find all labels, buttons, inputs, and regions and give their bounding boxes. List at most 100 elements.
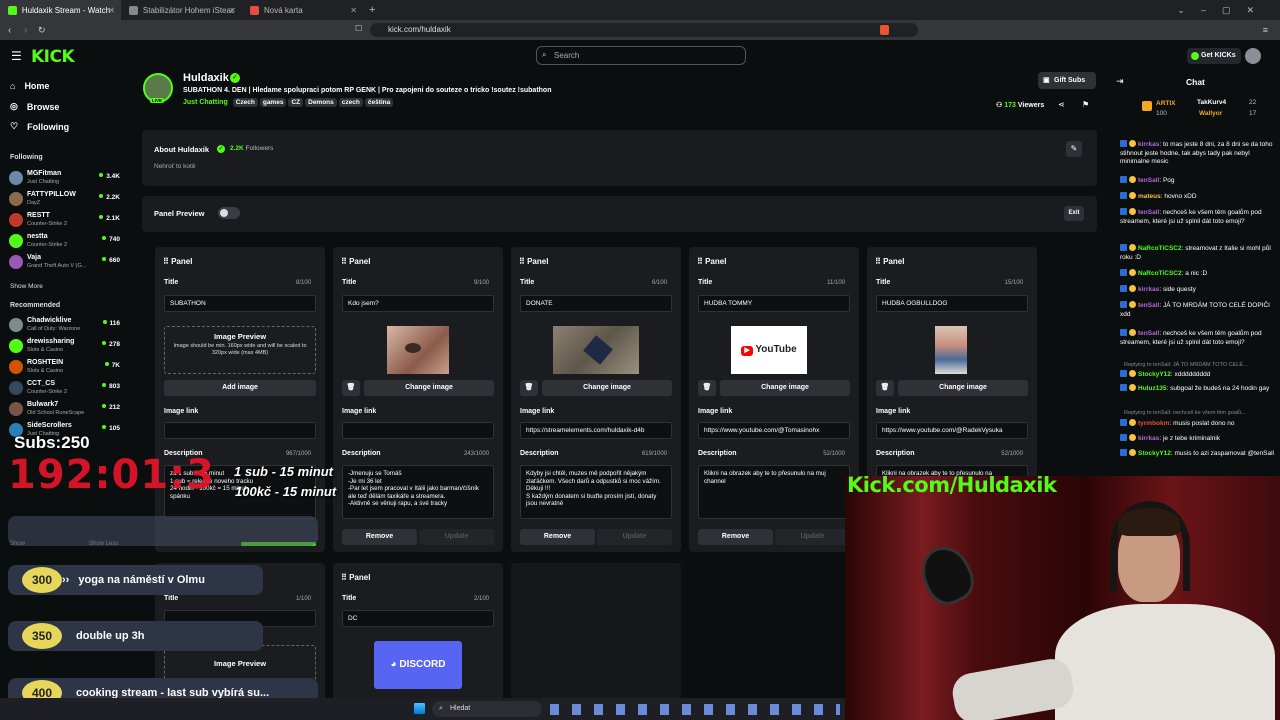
- chat-message[interactable]: Huluz135: subgoal že budeš na 24 hodin g…: [1120, 384, 1275, 394]
- kick-logo[interactable]: KICK: [31, 47, 75, 67]
- chat-message[interactable]: tenSall: JÁ TO MRDÁM TOTO CELÉ DOPIČI xd…: [1120, 301, 1275, 319]
- reload-icon[interactable]: ↻: [38, 25, 46, 36]
- sidebar-channel[interactable]: drewissharing Slots & Casino 278: [9, 336, 121, 356]
- chat-username[interactable]: NaRcoTiCSC2: [1138, 245, 1182, 252]
- image-link-input[interactable]: https://www.youtube.com/@Tomasinohx: [698, 422, 850, 439]
- search-input[interactable]: Search: [536, 46, 746, 65]
- description-textarea[interactable]: Kdyby jsi chtěl, muzes mě podpořit nějak…: [520, 465, 672, 519]
- chat-message[interactable]: StockyY12: musis to azi zaspamovat @tenS…: [1120, 449, 1275, 459]
- image-link-input[interactable]: [164, 422, 316, 439]
- close-tab-icon[interactable]: ✕: [108, 6, 115, 15]
- chat-username[interactable]: Huluz135: [1138, 385, 1167, 392]
- drag-handle-icon[interactable]: ⠿: [163, 257, 171, 266]
- title-input[interactable]: HUDBA OGBULLDOG: [876, 295, 1028, 312]
- chat-message[interactable]: kirrkas: side questy: [1120, 285, 1275, 295]
- show-more-link[interactable]: Show More: [10, 283, 43, 290]
- chat-username[interactable]: kirrkas: [1138, 435, 1159, 442]
- image-link-input[interactable]: [342, 422, 494, 439]
- taskbar-app-icons[interactable]: [550, 704, 840, 715]
- chat-message[interactable]: tenSall: Pog: [1120, 176, 1275, 186]
- panel-image[interactable]: [553, 326, 639, 374]
- brave-shield-icon[interactable]: [880, 25, 889, 35]
- title-input[interactable]: HUDBA TOMMY: [698, 295, 850, 312]
- sidebar-item-following[interactable]: ♡ Following: [10, 121, 69, 132]
- title-input[interactable]: DC: [342, 610, 494, 627]
- chat-message[interactable]: StockyY12: xddddddddd: [1120, 370, 1275, 380]
- bookmark-icon[interactable]: ☐: [355, 24, 362, 33]
- sidebar-channel[interactable]: FATTYPILLOW DayZ 2.2K: [9, 189, 121, 209]
- chat-username[interactable]: tenSall: [1138, 330, 1159, 337]
- tag[interactable]: CZ: [288, 98, 304, 107]
- chat-username[interactable]: tenSall: [1138, 177, 1159, 184]
- tag[interactable]: Czech: [232, 98, 258, 107]
- drag-handle-icon[interactable]: ⠿: [341, 257, 349, 266]
- title-input[interactable]: DONATE: [520, 295, 672, 312]
- report-icon[interactable]: ⚑: [1082, 100, 1089, 109]
- change-image-button[interactable]: Change image: [364, 380, 494, 396]
- title-input[interactable]: SUBATHON: [164, 295, 316, 312]
- windows-start-icon[interactable]: [414, 703, 425, 714]
- browser-tab[interactable]: Nová karta ✕: [242, 0, 363, 20]
- image-link-input[interactable]: https://www.youtube.com/@RadekVysuka: [876, 422, 1028, 439]
- channel-name[interactable]: Huldaxik: [183, 72, 229, 84]
- delete-image-button[interactable]: 🗑: [876, 380, 894, 396]
- sidebar-channel[interactable]: CCT_CS Counter-Strike 2 803: [9, 378, 121, 398]
- discord-image[interactable]: ◕ DISCORD: [374, 641, 462, 689]
- sidebar-item-browse[interactable]: ◎ Browse: [10, 101, 59, 112]
- image-preview-box[interactable]: Image Preview Image should be min. 160px …: [164, 326, 316, 374]
- update-button[interactable]: Update: [597, 529, 672, 545]
- drag-handle-icon[interactable]: ⠿: [697, 257, 705, 266]
- sidebar-channel[interactable]: RESTT Counter-Strike 2 2.1K: [9, 210, 121, 230]
- close-tab-icon[interactable]: ✕: [229, 6, 236, 15]
- chat-username[interactable]: tenSall: [1138, 209, 1159, 216]
- category-link[interactable]: Just Chatting: [183, 99, 228, 106]
- new-tab-icon[interactable]: +: [369, 4, 375, 16]
- drag-handle-icon[interactable]: ⠿: [875, 257, 883, 266]
- taskbar-search[interactable]: ⌕ Hledat: [432, 701, 542, 717]
- gift-subs-button[interactable]: ▣ Gift Subs: [1038, 72, 1096, 89]
- chat-message[interactable]: tenSall: nechceš ke všem těm goalům pod …: [1120, 329, 1275, 347]
- sidebar-channel[interactable]: Bulwark7 Old School RuneScape 212: [9, 399, 121, 419]
- forward-icon[interactable]: ›: [24, 25, 27, 36]
- exit-button[interactable]: Exit: [1064, 206, 1084, 221]
- remove-button[interactable]: Remove: [342, 529, 417, 545]
- drag-handle-icon[interactable]: ⠿: [519, 257, 527, 266]
- hamburger-icon[interactable]: ☰: [11, 49, 22, 63]
- back-icon[interactable]: ‹: [8, 25, 11, 36]
- title-input[interactable]: Kdo jsem?: [342, 295, 494, 312]
- chat-message[interactable]: tenSall: nechceš ke všem těm goalům pod …: [1120, 208, 1275, 226]
- sidebar-channel[interactable]: Chadwicklive Call of Duty: Warzone 116: [9, 315, 121, 335]
- sidebar-channel[interactable]: ROSHTEIN Slots & Casino 7K: [9, 357, 121, 377]
- chat-username[interactable]: tyrmbokm: [1138, 420, 1169, 427]
- chat-message[interactable]: NaRcoTiCSC2: streamovat z Italie si mohl…: [1120, 244, 1275, 262]
- tag[interactable]: games: [259, 98, 287, 107]
- tag[interactable]: czech: [338, 98, 363, 107]
- chat-message[interactable]: mateus: hovno xDD: [1120, 192, 1275, 202]
- share-icon[interactable]: ⋖: [1058, 100, 1065, 109]
- add-image-button[interactable]: Add image: [164, 380, 316, 396]
- collapse-chat-icon[interactable]: ⇥: [1116, 76, 1124, 87]
- sidebar-item-home[interactable]: ⌂ Home: [10, 81, 49, 91]
- tag[interactable]: Demons: [305, 98, 337, 107]
- chat-username[interactable]: NaRcoTiCSC2: [1138, 270, 1182, 277]
- chat-username[interactable]: StockyY12: [1138, 450, 1171, 457]
- sidebar-channel[interactable]: MGFitman Just Chatting 3.4K: [9, 168, 121, 188]
- delete-image-button[interactable]: 🗑: [698, 380, 716, 396]
- chat-message[interactable]: tyrmbokm: musis poslat dono no: [1120, 419, 1275, 429]
- chat-username[interactable]: kirrkas: [1138, 286, 1159, 293]
- chat-message[interactable]: kirrkas: to mas jeste 8 dni, za 8 dni se…: [1120, 140, 1275, 167]
- tag[interactable]: čeština: [364, 98, 394, 107]
- change-image-button[interactable]: Change image: [720, 380, 850, 396]
- sidebar-channel[interactable]: nestta Counter-Strike 2 740: [9, 231, 121, 251]
- remove-button[interactable]: Remove: [520, 529, 595, 545]
- change-image-button[interactable]: Change image: [542, 380, 672, 396]
- chat-username[interactable]: mateus: [1138, 193, 1161, 200]
- chat-message[interactable]: NaRcoTiCSC2: a nic :D: [1120, 269, 1275, 279]
- delete-image-button[interactable]: 🗑: [342, 380, 360, 396]
- panel-image[interactable]: [935, 326, 967, 374]
- avatar[interactable]: [1245, 48, 1261, 64]
- url-field[interactable]: kick.com/huldaxik: [370, 23, 918, 37]
- change-image-button[interactable]: Change image: [898, 380, 1028, 396]
- panel-preview-toggle[interactable]: [218, 207, 240, 219]
- drag-handle-icon[interactable]: ⠿: [341, 573, 349, 582]
